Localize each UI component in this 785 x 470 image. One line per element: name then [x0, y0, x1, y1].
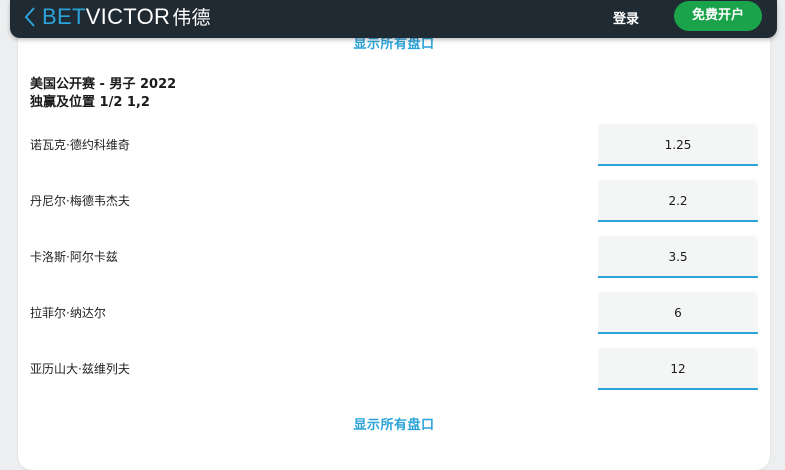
signup-button[interactable]: 免费开户 — [674, 1, 762, 31]
odds-button[interactable]: 3.5 — [598, 236, 758, 278]
odds-button[interactable]: 1.25 — [598, 124, 758, 166]
selection-name: 拉菲尔·纳达尔 — [30, 306, 106, 320]
login-link[interactable]: 登录 — [613, 8, 639, 27]
market-card: 显示所有盘口 — [18, 0, 770, 470]
event-title: 美国公开赛 - 男子 2022 — [30, 77, 177, 92]
market-name: 独赢及位置 1/2 1,2 — [30, 95, 150, 110]
selection-name: 丹尼尔·梅德韦杰夫 — [30, 194, 130, 208]
show-all-markets-link[interactable]: 显示所有盘口 — [18, 414, 770, 433]
odds-button[interactable]: 12 — [598, 348, 758, 390]
market-header: 美国公开赛 - 男子 2022 独赢及位置 1/2 1,2 — [30, 76, 176, 112]
betvictor-logo[interactable]: BETVICTOR 伟德 — [42, 4, 211, 30]
odds-button[interactable]: 6 — [598, 292, 758, 334]
selection-name: 亚历山大·兹维列夫 — [30, 362, 130, 376]
odds-button[interactable]: 2.2 — [598, 180, 758, 222]
selection-name: 诺瓦克·德约科维奇 — [30, 138, 130, 152]
logo-cn-text: 伟德 — [172, 7, 211, 29]
chevron-left-icon[interactable] — [23, 5, 37, 29]
logo-bet-text: BET — [42, 4, 86, 29]
selection-name: 卡洛斯·阿尔卡兹 — [30, 250, 118, 264]
logo-victor-text: VICTOR — [85, 4, 171, 29]
top-header: BETVICTOR 伟德 登录 免费开户 — [10, 0, 777, 38]
